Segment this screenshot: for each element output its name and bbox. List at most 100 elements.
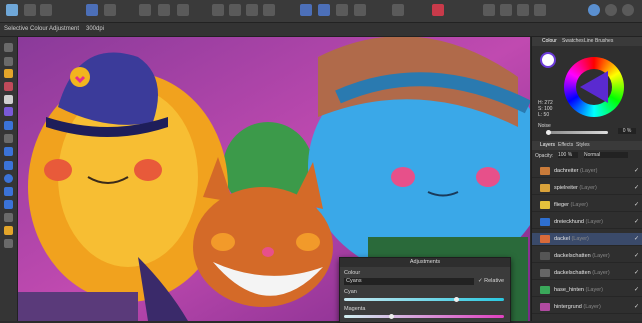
boolean-icon[interactable]	[263, 4, 275, 16]
arrange-icon[interactable]	[158, 4, 170, 16]
layer-row[interactable]: spielreiter (Layer) ✓	[532, 182, 642, 195]
layer-visibility-checkbox[interactable]: ✓	[634, 250, 639, 262]
tab-colour[interactable]: Colour	[542, 37, 557, 46]
layer-thumbnail	[540, 252, 550, 260]
tab-brushes[interactable]: Brushes	[595, 37, 613, 46]
layer-visibility-checkbox[interactable]: ✓	[634, 284, 639, 296]
transparency-tool-icon[interactable]	[4, 121, 13, 130]
boolean-icon[interactable]	[229, 4, 241, 16]
text-tool-icon[interactable]	[4, 213, 13, 222]
persona-icon[interactable]	[6, 4, 18, 16]
align-icon[interactable]	[354, 4, 366, 16]
opacity-label: Opacity:	[535, 153, 554, 159]
view-icon[interactable]	[483, 4, 495, 16]
layer-visibility-checkbox[interactable]: ✓	[634, 301, 639, 313]
colour-label: Colour	[344, 270, 361, 276]
rounded-rect-tool-icon[interactable]	[4, 187, 13, 196]
ellipse-tool-icon[interactable]	[4, 174, 13, 183]
layer-visibility-checkbox[interactable]: ✓	[634, 233, 639, 245]
assistant-icon[interactable]	[86, 4, 98, 16]
place-tool-icon[interactable]	[4, 147, 13, 156]
transform-icon[interactable]	[392, 4, 404, 16]
layer-type: (Layer)	[592, 253, 610, 259]
layer-name: dackelschatten (Layer)	[554, 270, 610, 276]
layer-row[interactable]: dreieckhund (Layer) ✓	[532, 216, 642, 229]
arrange-icon[interactable]	[177, 4, 189, 16]
noise-slider[interactable]	[546, 130, 608, 135]
context-toolbar: Selective Colour Adjustment 300dpi	[0, 23, 642, 37]
tab-styles[interactable]: Styles	[576, 141, 590, 150]
layer-row[interactable]: dackelschatten (Layer) ✓	[532, 267, 642, 280]
layer-name: hintergrund (Layer)	[554, 304, 601, 310]
layer-type: (Layer)	[585, 287, 603, 293]
fill-swatch-icon[interactable]	[540, 52, 556, 68]
zoom-tool-icon[interactable]	[4, 239, 13, 248]
layer-visibility-checkbox[interactable]: ✓	[634, 182, 639, 194]
blend-mode-select[interactable]: Normal	[584, 152, 628, 158]
relative-checkbox[interactable]: ✓ Relative	[478, 278, 504, 284]
layer-type: (Layer)	[571, 236, 589, 242]
layer-type: (Layer)	[585, 219, 603, 225]
boolean-icon[interactable]	[246, 4, 258, 16]
noise-value[interactable]: 0 %	[618, 128, 636, 134]
view-icon[interactable]	[500, 4, 512, 16]
tab-effects[interactable]: Effects	[558, 141, 573, 150]
align-icon[interactable]	[318, 4, 330, 16]
share-icon[interactable]	[40, 4, 52, 16]
layer-row[interactable]: dackelschatten (Layer) ✓	[532, 250, 642, 263]
layer-row[interactable]: hase_hinten (Layer) ✓	[532, 284, 642, 297]
hsl-readout: H: 272 S: 100 L: 50	[538, 100, 553, 118]
lightness-value: L: 50	[538, 112, 550, 118]
layer-row[interactable]: dachreiter (Layer) ✓	[532, 165, 642, 178]
layer-thumbnail	[540, 201, 550, 209]
layer-row[interactable]: hintergrund (Layer) ✓	[532, 301, 642, 314]
cyan-slider[interactable]	[344, 297, 504, 302]
studio-icon[interactable]	[605, 4, 617, 16]
layer-name: hase_hinten (Layer)	[554, 287, 603, 293]
layer-name: dackelschatten (Layer)	[554, 253, 610, 259]
fill-tool-icon[interactable]	[4, 107, 13, 116]
view-icon[interactable]	[517, 4, 529, 16]
cyan-label: Cyan	[344, 289, 357, 295]
align-icon[interactable]	[336, 4, 348, 16]
triangle-tool-icon[interactable]	[4, 200, 13, 209]
move-icon[interactable]	[24, 4, 36, 16]
layer-thumbnail	[540, 167, 550, 175]
adjustments-dialog: Adjustments Colour Cyans ✓ Relative Cyan…	[339, 257, 511, 323]
crop-tool-icon[interactable]	[4, 134, 13, 143]
colour-panel-tabs: Colour Swatches Line Brushes	[532, 37, 642, 46]
pen-tool-icon[interactable]	[4, 69, 13, 78]
layer-visibility-checkbox[interactable]: ✓	[634, 267, 639, 279]
layer-row[interactable]: flieger (Layer) ✓	[532, 199, 642, 212]
layer-thumbnail	[540, 269, 550, 277]
layer-name: dackel (Layer)	[554, 236, 589, 242]
boolean-icon[interactable]	[212, 4, 224, 16]
layer-visibility-checkbox[interactable]: ✓	[634, 216, 639, 228]
brush-tool-icon[interactable]	[4, 95, 13, 104]
rectangle-tool-icon[interactable]	[4, 161, 13, 170]
tab-swatches[interactable]: Swatches	[562, 37, 584, 46]
view-icon[interactable]	[534, 4, 546, 16]
magenta-slider[interactable]	[344, 314, 504, 319]
hand-tool-icon[interactable]	[4, 226, 13, 235]
snap-icon[interactable]	[104, 4, 116, 16]
layer-visibility-checkbox[interactable]: ✓	[634, 165, 639, 177]
studio-icon[interactable]	[588, 4, 600, 16]
layer-row[interactable]: dackel (Layer) ✓	[532, 233, 642, 246]
colour-wheel[interactable]	[564, 57, 624, 117]
noise-label: Noise	[538, 123, 551, 129]
layer-thumbnail	[540, 184, 550, 192]
tab-layers[interactable]: Layers	[540, 141, 555, 150]
layer-visibility-checkbox[interactable]: ✓	[634, 199, 639, 211]
colour-select[interactable]: Cyans	[344, 278, 474, 285]
snap-icon[interactable]	[139, 4, 151, 16]
tab-line[interactable]: Line	[584, 37, 593, 46]
move-tool-icon[interactable]	[4, 43, 13, 52]
pencil-tool-icon[interactable]	[4, 82, 13, 91]
studio-icon[interactable]	[622, 4, 634, 16]
opacity-value[interactable]: 100 %	[558, 152, 578, 158]
layer-name: flieger (Layer)	[554, 202, 588, 208]
colour-icon[interactable]	[432, 4, 444, 16]
node-tool-icon[interactable]	[4, 57, 13, 66]
align-icon[interactable]	[300, 4, 312, 16]
